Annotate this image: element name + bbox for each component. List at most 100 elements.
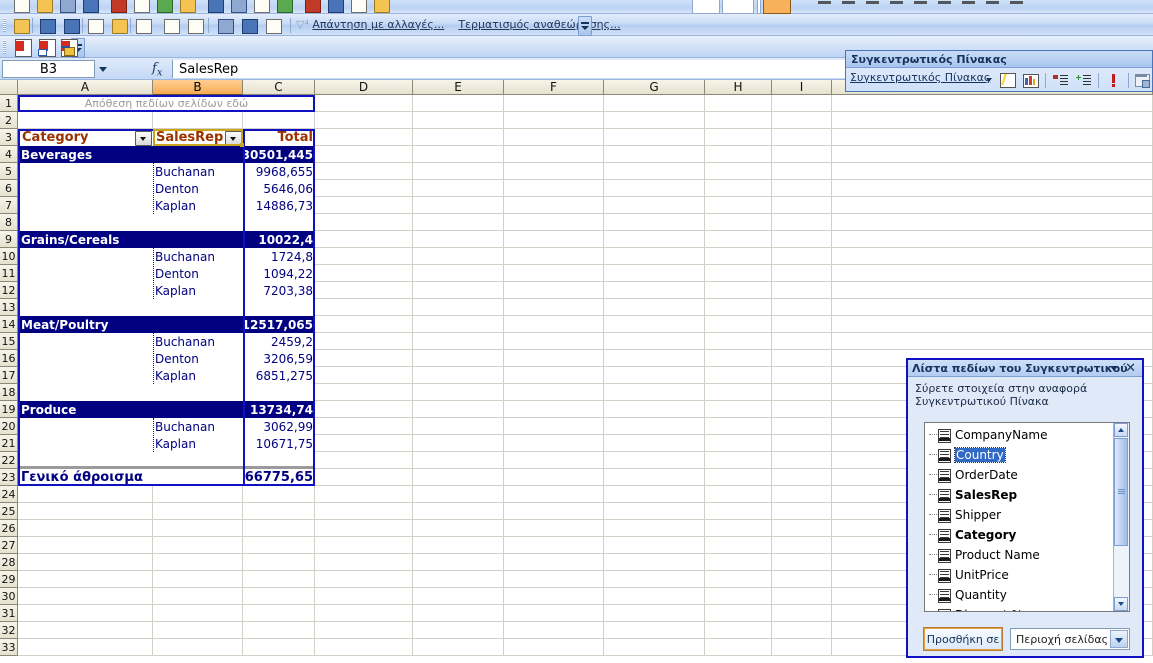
grid-cell[interactable] xyxy=(772,112,832,129)
grid-cell[interactable] xyxy=(413,605,504,622)
insert-function-icon[interactable]: fx xyxy=(152,61,162,79)
row-header-17[interactable]: 17 xyxy=(0,367,18,384)
grid-cell[interactable] xyxy=(413,231,504,248)
grid-cell[interactable] xyxy=(504,231,604,248)
close-icon[interactable]: ✕ xyxy=(1125,361,1136,376)
grid-cell[interactable] xyxy=(413,452,504,469)
grid-cell[interactable] xyxy=(243,503,315,520)
grid-cell[interactable] xyxy=(705,401,772,418)
grid-cell[interactable] xyxy=(315,486,413,503)
row-header-22[interactable]: 22 xyxy=(0,452,18,469)
grid-cell[interactable] xyxy=(705,214,772,231)
grid-cell[interactable] xyxy=(18,537,153,554)
pivot-item-label[interactable]: Denton xyxy=(153,350,243,367)
grid-cell[interactable] xyxy=(413,367,504,384)
grid-cell[interactable] xyxy=(705,605,772,622)
grid-cell[interactable] xyxy=(315,95,413,112)
add-to-button[interactable]: Προσθήκη σε xyxy=(923,627,1003,651)
grid-cell[interactable] xyxy=(705,146,772,163)
grid-cell[interactable] xyxy=(413,146,504,163)
name-box-dropdown-icon[interactable] xyxy=(99,67,107,72)
grid-cell[interactable] xyxy=(413,95,504,112)
reviewing-toolbar-overflow-button[interactable] xyxy=(578,16,592,36)
formatting-toolbar-button-1[interactable] xyxy=(842,1,855,4)
grid-cell[interactable] xyxy=(705,163,772,180)
grid-cell[interactable] xyxy=(772,316,832,333)
pivot-row-spacer[interactable] xyxy=(18,282,153,299)
pivot-item-label[interactable]: Buchanan xyxy=(153,163,243,180)
pivot-blank-row[interactable] xyxy=(153,299,243,316)
pivot-group-label[interactable]: Meat/Poultry xyxy=(18,316,243,333)
grid-cell[interactable] xyxy=(832,146,1153,163)
grid-cell[interactable] xyxy=(705,248,772,265)
grid-cell[interactable] xyxy=(772,401,832,418)
grid-cell[interactable] xyxy=(413,588,504,605)
grid-cell[interactable] xyxy=(315,622,413,639)
standard-toolbar-button-8[interactable] xyxy=(206,0,224,13)
grid-cell[interactable] xyxy=(243,571,315,588)
field-list-item-unitprice[interactable]: UnitPrice xyxy=(925,565,1129,585)
chevron-down-icon[interactable] xyxy=(1110,366,1118,371)
grid-cell[interactable] xyxy=(153,537,243,554)
standard-toolbar-button-6[interactable] xyxy=(155,0,173,13)
grid-cell[interactable] xyxy=(504,316,604,333)
grid-cell[interactable] xyxy=(772,418,832,435)
standard-toolbar-button-1[interactable] xyxy=(35,0,53,13)
grid-cell[interactable] xyxy=(315,282,413,299)
standard-toolbar-button-4[interactable] xyxy=(109,0,127,13)
grid-cell[interactable] xyxy=(504,248,604,265)
page-field-drop-area[interactable]: Απόθεση πεδίων σελίδων εδώ xyxy=(18,95,315,112)
grid-cell[interactable] xyxy=(315,571,413,588)
grid-cell[interactable] xyxy=(705,299,772,316)
grid-cell[interactable] xyxy=(604,435,705,452)
pivot-blank-row[interactable] xyxy=(153,214,243,231)
grid-cell[interactable] xyxy=(315,299,413,316)
pivot-item-label[interactable]: Kaplan xyxy=(153,282,243,299)
grid-cell[interactable] xyxy=(604,469,705,486)
grid-cell[interactable] xyxy=(604,248,705,265)
column-header-D[interactable]: D xyxy=(315,80,413,95)
row-header-3[interactable]: 3 xyxy=(0,129,18,146)
grid-cell[interactable] xyxy=(413,384,504,401)
hide-detail-icon[interactable] xyxy=(1051,71,1070,89)
pivot-item-label[interactable]: Kaplan xyxy=(153,367,243,384)
row-header-31[interactable]: 31 xyxy=(0,605,18,622)
toolbar-combo-2[interactable] xyxy=(757,0,761,14)
grid-cell[interactable] xyxy=(413,214,504,231)
grid-cell[interactable] xyxy=(504,588,604,605)
grid-cell[interactable] xyxy=(772,180,832,197)
grid-cell[interactable] xyxy=(772,146,832,163)
grid-cell[interactable] xyxy=(504,265,604,282)
standard-toolbar-button-0[interactable] xyxy=(12,0,30,13)
row-header-7[interactable]: 7 xyxy=(0,197,18,214)
grid-cell[interactable] xyxy=(18,639,153,656)
row-header-6[interactable]: 6 xyxy=(0,180,18,197)
grid-cell[interactable] xyxy=(504,418,604,435)
grid-cell[interactable] xyxy=(604,452,705,469)
pivot-item-value[interactable]: 10671,75 xyxy=(243,435,315,452)
row-header-9[interactable]: 9 xyxy=(0,231,18,248)
grid-cell[interactable] xyxy=(705,367,772,384)
grid-cell[interactable] xyxy=(153,520,243,537)
grid-cell[interactable] xyxy=(604,401,705,418)
grid-cell[interactable] xyxy=(153,622,243,639)
field-list-scrollbar[interactable] xyxy=(1113,423,1129,611)
pivot-row-spacer[interactable] xyxy=(18,435,153,452)
grid-cell[interactable] xyxy=(413,622,504,639)
row-header-12[interactable]: 12 xyxy=(0,282,18,299)
grid-cell[interactable] xyxy=(705,265,772,282)
pivot-item-value[interactable]: 3206,59 xyxy=(243,350,315,367)
pivot-item-value[interactable]: 1724,8 xyxy=(243,248,315,265)
convert-and-send-for-review-icon[interactable] xyxy=(58,39,80,57)
reviewing-toolbar-button-2[interactable] xyxy=(62,17,80,34)
field-list-item-country[interactable]: Country xyxy=(925,445,1129,465)
grid-cell[interactable] xyxy=(504,384,604,401)
grid-cell[interactable] xyxy=(604,316,705,333)
pivot-header-total[interactable]: Total xyxy=(243,129,315,146)
grid-cell[interactable] xyxy=(832,129,1153,146)
scrollbar-thumb[interactable] xyxy=(1114,438,1128,546)
grid-cell[interactable] xyxy=(772,282,832,299)
row-header-10[interactable]: 10 xyxy=(0,248,18,265)
grid-cell[interactable] xyxy=(413,299,504,316)
grid-cell[interactable] xyxy=(604,197,705,214)
